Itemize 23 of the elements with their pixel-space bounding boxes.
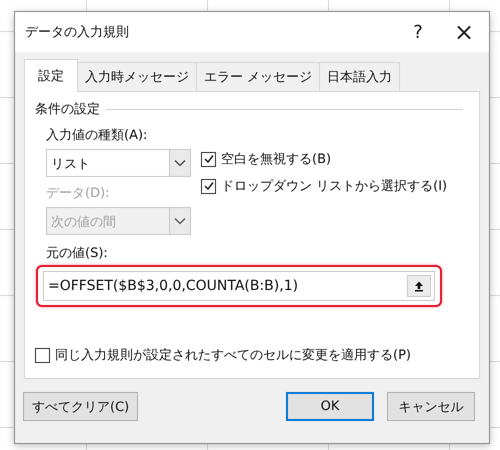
field-label: 入力値の種類(A): — [46, 127, 148, 144]
allow-dropdown[interactable]: リスト — [46, 149, 191, 177]
checkmark-icon — [202, 153, 214, 165]
help-button[interactable]: ? — [395, 12, 441, 52]
tab[interactable]: 設定 — [24, 59, 78, 92]
checkbox-option[interactable]: 空白を無視する(B) — [201, 150, 448, 168]
field-label: 元の値(S): — [45, 245, 109, 262]
collapse-dialog-button[interactable] — [407, 275, 431, 297]
checkmark-icon — [202, 180, 214, 192]
field-label: データ(D): — [46, 185, 111, 202]
checkbox-option[interactable]: 同じ入力規則が設定されたすべてのセルに変更を適用する(P) — [35, 346, 469, 364]
close-button[interactable]: × — [441, 12, 487, 52]
source-field[interactable]: =OFFSET($B$3,0,0,COUNTA(B:B),1) — [43, 271, 435, 301]
dialog-button[interactable]: キャンセル — [387, 392, 475, 421]
window-title: データの入力規則 — [25, 24, 130, 41]
ok-button[interactable]: OK — [286, 392, 374, 421]
checkbox-option[interactable]: ドロップダウン リストから選択する(I) — [201, 177, 448, 195]
upload-arrow-icon — [413, 280, 425, 292]
caret-icon — [174, 159, 186, 167]
tab[interactable]: 日本語入力 — [319, 62, 400, 91]
caret-icon — [174, 217, 186, 225]
dialog-button[interactable]: すべてクリア(C) — [23, 392, 138, 421]
group-title: 条件の設定 — [35, 101, 100, 118]
